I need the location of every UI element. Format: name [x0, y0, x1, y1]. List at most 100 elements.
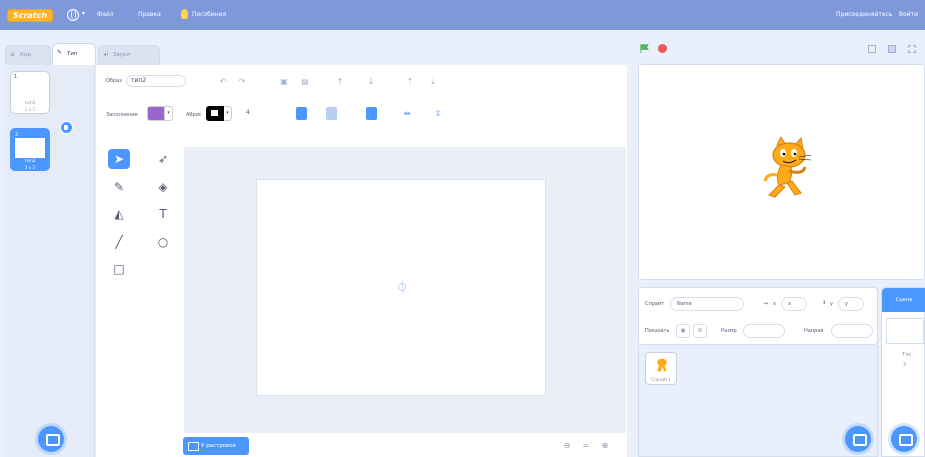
flip-horizontal-icon[interactable]: ⇹	[403, 110, 411, 118]
canvas-area	[184, 147, 626, 433]
costume-name-label: Образ	[106, 78, 122, 84]
direction-label: Направ	[804, 328, 824, 334]
tab-code-label: Код	[20, 52, 32, 58]
outline-label: Абрис	[186, 112, 202, 118]
backward-icon[interactable]: ↓	[367, 78, 375, 86]
fill-color-swatch[interactable]	[147, 106, 165, 121]
costume-size: 2 x 2	[25, 165, 35, 170]
costume-name: тип2	[24, 159, 36, 164]
hide-eye-icon[interactable]: ⊘	[693, 324, 707, 338]
sprite-name-input[interactable]: Name	[670, 297, 744, 311]
tab-code[interactable]: ≡ Код	[5, 45, 51, 65]
tab-sounds-label: Звуки	[113, 52, 130, 58]
reshape-tool-icon[interactable]: ➶	[152, 149, 174, 169]
fill-dropdown-icon[interactable]: ▾	[165, 106, 173, 121]
delete-costume-icon[interactable]	[60, 121, 73, 134]
sprite-name-label: Спрайт	[645, 301, 665, 307]
sprite-list: Спрайт1	[638, 345, 878, 457]
zoom-out-icon[interactable]: ⊖	[561, 440, 573, 452]
brush-tool-icon[interactable]: ✎	[108, 177, 130, 197]
brush-icon: ✎	[57, 49, 63, 56]
choose-costume-button[interactable]	[38, 426, 64, 452]
show-label: Показать	[645, 328, 670, 334]
choose-sprite-button[interactable]	[845, 426, 871, 452]
costume-size: 2 x 2	[25, 107, 35, 112]
backdrops-label: Тло	[902, 352, 912, 358]
delete-icon[interactable]	[366, 107, 377, 120]
tool-palette: ➤ ➶ ✎ ◈ ◭ T ╱ ○ □	[106, 147, 176, 287]
small-stage-icon[interactable]	[868, 45, 876, 53]
size-label: Размр	[721, 328, 737, 334]
outline-color-swatch[interactable]	[206, 106, 224, 121]
undo-icon[interactable]: ↶	[219, 78, 227, 86]
costume-list: 1 тип1 2 x 2 2 тип2 2 x 2	[5, 65, 95, 457]
sprite-info-panel: Спрайт Name ↔ x x ↕ y y Показать ◉ ⊘ Раз…	[638, 287, 878, 345]
fill-tool-icon[interactable]: ◭	[108, 204, 130, 224]
forward-icon[interactable]: ↑	[336, 78, 344, 86]
tab-costumes-label: Тип	[67, 51, 78, 57]
costume-item[interactable]: 1 тип1 2 x 2	[10, 71, 50, 114]
menu-bar: Scratch ▾ Файл Правка Пособиния Присоеди…	[0, 0, 925, 30]
size-input[interactable]	[743, 324, 785, 338]
costume-name: тип1	[24, 101, 36, 106]
menu-file[interactable]: Файл	[97, 11, 114, 18]
x-label: x	[773, 301, 776, 307]
costume-thumbnail	[14, 80, 46, 100]
choose-backdrop-button[interactable]	[891, 426, 917, 452]
outline-width-input[interactable]: 4	[246, 109, 250, 116]
zoom-in-icon[interactable]: ⊕	[599, 440, 611, 452]
copy-icon[interactable]	[296, 107, 307, 120]
y-label: y	[830, 301, 833, 307]
direction-input[interactable]	[831, 324, 873, 338]
menu-edit[interactable]: Правка	[138, 11, 161, 18]
redo-icon[interactable]: ↷	[238, 78, 246, 86]
language-caret-icon[interactable]: ▾	[82, 10, 85, 17]
tutorials-lightbulb-icon[interactable]	[181, 9, 188, 19]
drawing-canvas[interactable]	[256, 179, 546, 396]
green-flag-icon[interactable]	[640, 44, 649, 53]
convert-to-bitmap-button[interactable]: У растровое	[183, 437, 249, 455]
flip-vertical-icon[interactable]: ⇳	[434, 110, 442, 118]
costume-name-input[interactable]: тип2	[126, 75, 186, 87]
large-stage-icon[interactable]	[888, 45, 896, 53]
code-icon: ≡	[10, 51, 16, 58]
x-arrows-icon: ↔	[764, 301, 769, 307]
y-input[interactable]: y	[838, 297, 864, 311]
sprite-tile[interactable]: Спрайт1	[645, 352, 677, 385]
signin-link[interactable]: Войти	[899, 11, 918, 18]
front-icon[interactable]: ⇡	[406, 78, 414, 86]
fullscreen-icon[interactable]	[908, 45, 916, 53]
y-arrows-icon: ↕	[822, 300, 827, 306]
group-icon[interactable]: ▣	[280, 78, 288, 86]
stage-header	[636, 38, 925, 60]
stop-icon[interactable]	[658, 44, 667, 53]
paint-editor: Образ тип2 ↶ ↷ ▣ ▤ ↑ ↓ ⇡ ⇣ Заполнение ▾ …	[96, 65, 627, 457]
menu-tutorials[interactable]: Пособиния	[192, 11, 226, 18]
scratch-logo[interactable]: Scratch	[7, 9, 53, 22]
eraser-tool-icon[interactable]: ◈	[152, 177, 174, 197]
x-input[interactable]: x	[781, 297, 807, 311]
outline-dropdown-icon[interactable]: ▾	[224, 106, 232, 121]
paste-icon[interactable]	[326, 107, 337, 120]
backdrops-count: 3	[903, 362, 907, 368]
tab-costumes[interactable]: ✎ Тип	[52, 43, 96, 65]
stage[interactable]	[638, 64, 925, 280]
circle-tool-icon[interactable]: ○	[152, 232, 174, 252]
rectangle-tool-icon[interactable]: □	[108, 259, 130, 279]
back-icon[interactable]: ⇣	[429, 78, 437, 86]
join-link[interactable]: Присоединяйтесь	[836, 11, 892, 18]
costume-item[interactable]: 2 тип2 2 x 2	[10, 128, 50, 171]
speaker-icon: ◂)	[103, 51, 109, 58]
line-tool-icon[interactable]: ╱	[108, 232, 130, 252]
zoom-reset-icon[interactable]: =	[580, 440, 592, 452]
select-tool-icon[interactable]: ➤	[108, 149, 130, 169]
ungroup-icon[interactable]: ▤	[301, 78, 309, 86]
fill-label: Заполнение	[106, 112, 138, 118]
stage-thumbnail[interactable]	[886, 318, 924, 344]
sprite-tile-label: Спрайт1	[650, 378, 672, 383]
show-eye-icon[interactable]: ◉	[676, 324, 690, 338]
cat-sprite[interactable]	[759, 135, 819, 205]
text-tool-icon[interactable]: T	[152, 204, 174, 224]
language-globe-icon[interactable]	[67, 9, 79, 21]
tab-sounds[interactable]: ◂) Звуки	[98, 45, 160, 65]
